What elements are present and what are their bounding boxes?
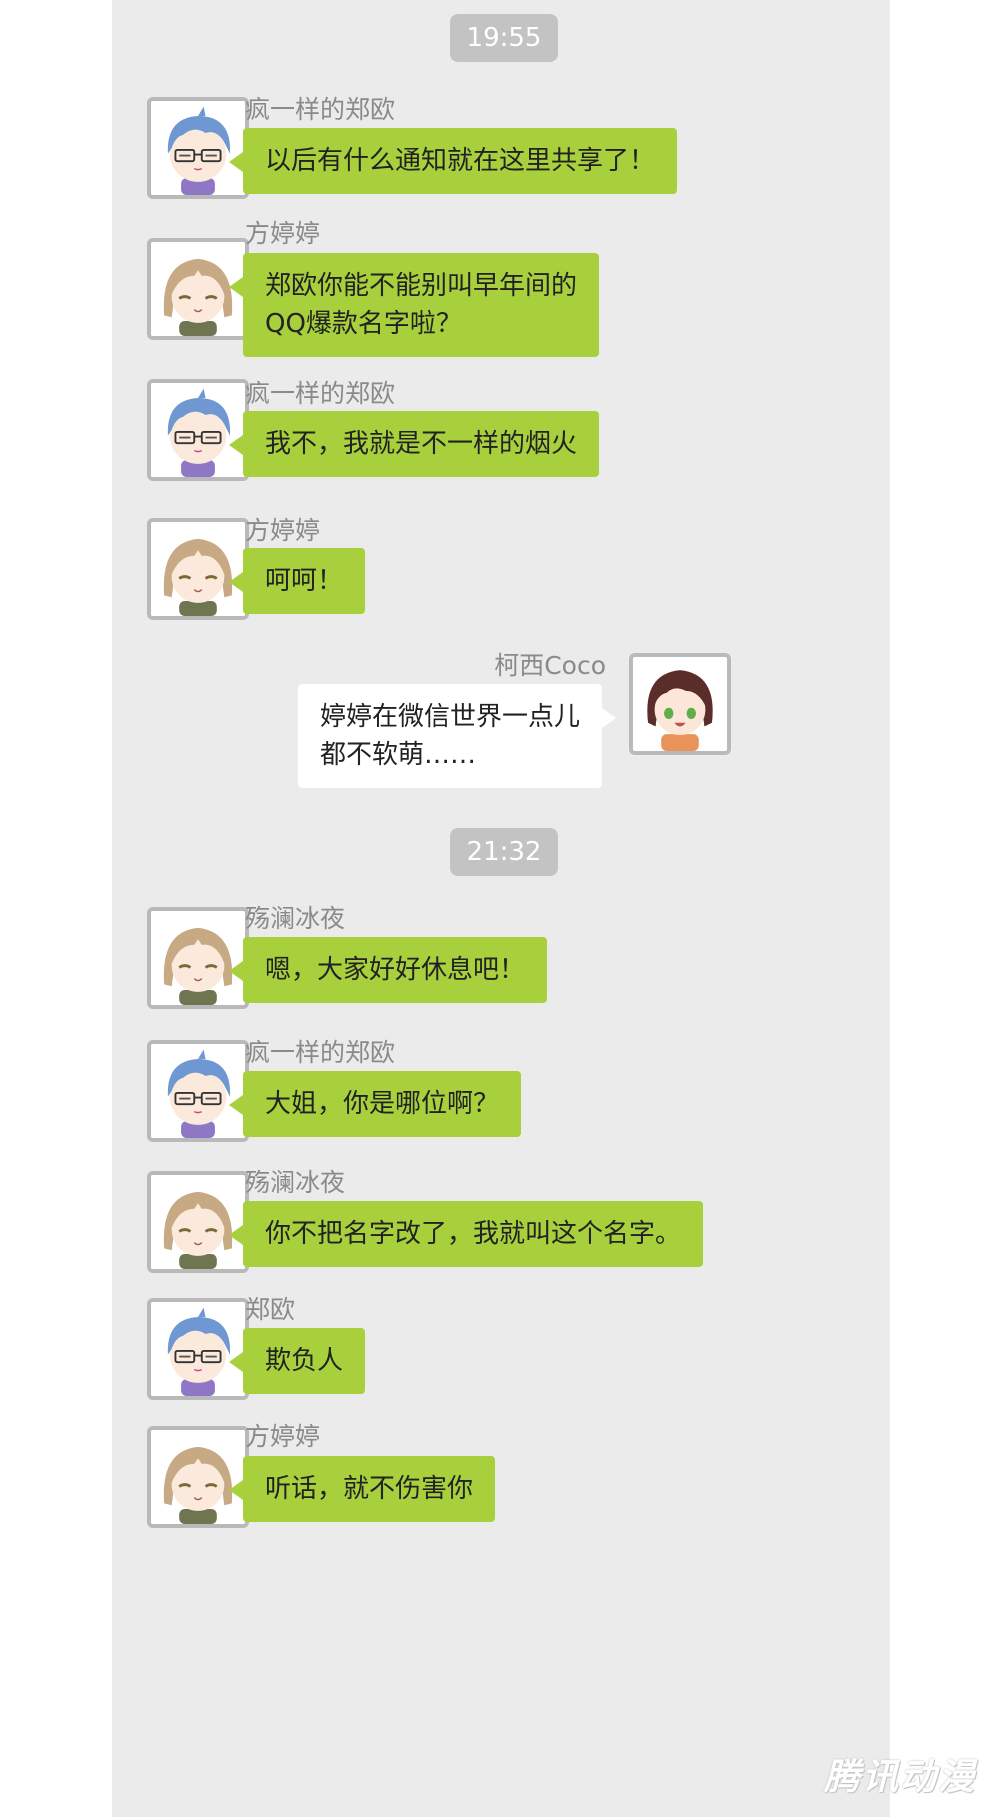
message-text: 大姐，你是哪位啊？ bbox=[265, 1089, 500, 1119]
blue-hair-glasses-avatar-icon bbox=[151, 1302, 245, 1396]
message-bubble[interactable]: 以后有什么通知就在这里共享了！ bbox=[228, 128, 678, 194]
message-text: 你不把名字改了，我就叫这个名字。 bbox=[265, 1219, 682, 1249]
message-text: 都不软萌…… bbox=[319, 740, 476, 770]
avatar[interactable] bbox=[147, 1040, 249, 1142]
avatar[interactable] bbox=[147, 1426, 249, 1528]
message-bubble[interactable]: 婷婷在微信世界一点儿 都不软萌…… bbox=[297, 684, 617, 788]
message-bubble[interactable]: 我不，我就是不一样的烟火 bbox=[228, 411, 600, 477]
message-text: 嗯，大家好好休息吧！ bbox=[265, 955, 526, 985]
avatar[interactable] bbox=[147, 1171, 249, 1273]
chat-panel: 19:55 疯一样的郑欧 以后有什么通知就在这里共享了！ 方婷婷 郑欧你能不能别… bbox=[112, 0, 890, 1817]
message-text: 婷婷在微信世界一点儿 bbox=[319, 702, 580, 732]
message-bubble[interactable]: 呵呵！ bbox=[228, 548, 366, 614]
blue-hair-glasses-avatar-icon bbox=[151, 1044, 245, 1138]
sender-name: 疯一样的郑欧 bbox=[245, 1038, 396, 1067]
sender-name: 殇澜冰夜 bbox=[245, 1168, 346, 1197]
message-bubble[interactable]: 嗯，大家好好休息吧！ bbox=[228, 937, 548, 1003]
sender-name: 殇澜冰夜 bbox=[245, 904, 346, 933]
avatar[interactable] bbox=[147, 518, 249, 620]
message-bubble[interactable]: 听话，就不伤害你 bbox=[228, 1456, 496, 1522]
dark-brown-hair-green-eyes-avatar-icon bbox=[633, 657, 727, 751]
sender-name: 疯一样的郑欧 bbox=[245, 95, 396, 124]
sender-name: 方婷婷 bbox=[245, 1422, 321, 1451]
light-brown-hair-avatar-icon bbox=[151, 1175, 245, 1269]
message-text: 以后有什么通知就在这里共享了！ bbox=[265, 146, 656, 176]
blue-hair-glasses-avatar-icon bbox=[151, 383, 245, 477]
timestamp-divider: 21:32 bbox=[450, 828, 558, 876]
message-text: 听话，就不伤害你 bbox=[265, 1474, 474, 1504]
light-brown-hair-avatar-icon bbox=[151, 1430, 245, 1524]
watermark-logo: 腾讯动漫 bbox=[824, 1757, 977, 1798]
avatar[interactable] bbox=[147, 907, 249, 1009]
message-bubble[interactable]: 郑欧你能不能别叫早年间的 QQ爆款名字啦？ bbox=[228, 253, 600, 357]
sender-name: 方婷婷 bbox=[245, 516, 321, 545]
light-brown-hair-avatar-icon bbox=[151, 522, 245, 616]
message-text: 欺负人 bbox=[265, 1346, 344, 1376]
message-text: QQ爆款名字啦？ bbox=[265, 309, 462, 339]
sender-name: 疯一样的郑欧 bbox=[245, 379, 396, 408]
message-bubble[interactable]: 欺负人 bbox=[228, 1328, 366, 1394]
sender-name: 郑欧 bbox=[245, 1295, 296, 1324]
light-brown-hair-avatar-icon bbox=[151, 911, 245, 1005]
message-text: 呵呵！ bbox=[265, 566, 344, 596]
avatar[interactable] bbox=[147, 379, 249, 481]
avatar[interactable] bbox=[629, 653, 731, 755]
message-text: 我不，我就是不一样的烟火 bbox=[265, 429, 578, 459]
sender-name: 方婷婷 bbox=[245, 219, 321, 248]
message-bubble[interactable]: 大姐，你是哪位啊？ bbox=[228, 1071, 522, 1137]
sender-name: 柯西Coco bbox=[494, 651, 606, 680]
avatar[interactable] bbox=[147, 1298, 249, 1400]
blue-hair-glasses-avatar-icon bbox=[151, 101, 245, 195]
avatar[interactable] bbox=[147, 97, 249, 199]
message-text: 郑欧你能不能别叫早年间的 bbox=[265, 271, 578, 301]
timestamp-divider: 19:55 bbox=[450, 14, 558, 62]
message-bubble[interactable]: 你不把名字改了，我就叫这个名字。 bbox=[228, 1201, 704, 1267]
